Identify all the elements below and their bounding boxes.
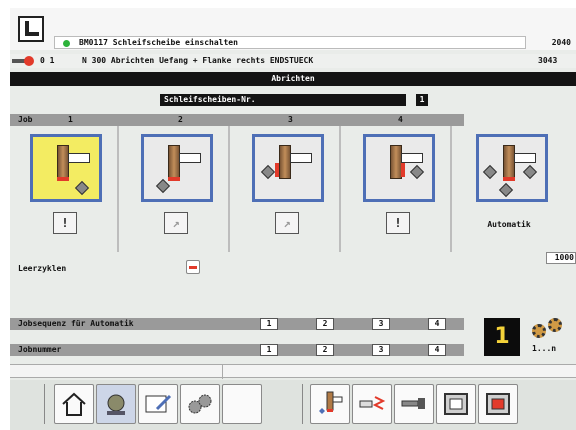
automatik-label: Automatik	[487, 220, 531, 229]
wheel-dressing-icon[interactable]	[310, 384, 350, 424]
automatik-tile[interactable]	[476, 134, 548, 202]
jobnummer-cell-3[interactable]: 3	[372, 344, 390, 356]
leerzyklen-value[interactable]: 1000	[546, 252, 576, 264]
job-option-1[interactable]: !	[53, 212, 77, 234]
pen-icon	[12, 55, 36, 66]
job-header: Job 1 2 3 4	[10, 114, 464, 126]
sequence-cell-3[interactable]: 3	[372, 318, 390, 330]
cycle-counter: 1	[484, 318, 520, 356]
diamond-dresser-icon	[155, 178, 171, 194]
counter-range-label: 1...n	[532, 344, 557, 353]
sequence-cell-1[interactable]: 1	[260, 318, 278, 330]
diamond-dresser-icon	[260, 164, 276, 180]
gears-icon	[528, 318, 568, 340]
wheel-field-row: Schleifscheiben-Nr. 1	[10, 88, 576, 110]
gears-icon[interactable]	[180, 384, 220, 424]
bottom-toolbar	[10, 380, 576, 430]
program-prefix: 0 1	[40, 56, 55, 65]
job-tile-2[interactable]	[141, 134, 213, 202]
job-number-1: 1	[68, 115, 73, 124]
home-icon[interactable]	[54, 384, 94, 424]
message-text: BM0117 Schleifscheibe einschalten	[79, 38, 238, 47]
page-title: Abrichten	[10, 72, 576, 86]
job-option-4[interactable]: !	[386, 212, 410, 234]
job-column-4: !	[343, 126, 452, 252]
leerzyklen-label: Leerzyklen	[18, 264, 67, 273]
job-tile-1[interactable]	[30, 134, 102, 202]
job-option-2[interactable]: ↗	[164, 212, 188, 234]
job-option-3[interactable]: ↗	[275, 212, 299, 234]
program-code: 3043	[538, 56, 558, 65]
job-column-3: ↗	[232, 126, 341, 252]
dresser-zigzag-icon[interactable]	[352, 384, 392, 424]
machine-logo	[18, 16, 44, 42]
job-number-4: 4	[398, 115, 403, 124]
sequence-cell-2[interactable]: 2	[316, 318, 334, 330]
job-column-1: !	[10, 126, 119, 252]
job-column-auto: Automatik	[454, 126, 563, 252]
diamond-dresser-icon	[74, 180, 90, 196]
jobnummer-cell-4[interactable]: 4	[428, 344, 446, 356]
frame-icon[interactable]	[436, 384, 476, 424]
hmi-screen: BM0117 Schleifscheibe einschalten 2040 0…	[10, 8, 576, 430]
job-column-2: ↗	[121, 126, 230, 252]
edit-screen-icon[interactable]	[138, 384, 178, 424]
empty-button[interactable]	[222, 384, 262, 424]
jobnummer-cell-2[interactable]: 2	[316, 344, 334, 356]
program-line: N 300 Abrichten Uefang + Flanke rechts E…	[82, 56, 314, 65]
jobnummer-bar: Jobnummer	[10, 344, 464, 356]
wheel-number-input[interactable]: 1	[416, 94, 428, 106]
sequence-bar: Jobsequenz für Automatik	[10, 318, 464, 330]
program-row: 0 1 N 300 Abrichten Uefang + Flanke rech…	[10, 54, 576, 68]
dressing-tool-icon[interactable]	[96, 384, 136, 424]
job-tile-3[interactable]	[252, 134, 324, 202]
job-tile-4[interactable]	[363, 134, 435, 202]
leerzyklen-toggle[interactable]	[186, 260, 200, 274]
job-number-3: 3	[288, 115, 293, 124]
status-bar	[10, 364, 576, 379]
header: BM0117 Schleifscheibe einschalten 2040	[10, 8, 576, 50]
status-dot-icon	[63, 40, 70, 47]
message-code: 2040	[551, 38, 571, 47]
job-header-label: Job	[18, 115, 33, 124]
job-number-2: 2	[178, 115, 183, 124]
spindle-icon[interactable]	[394, 384, 434, 424]
message-bar[interactable]: BM0117 Schleifscheibe einschalten 2040	[54, 36, 571, 49]
sequence-cell-4[interactable]: 4	[428, 318, 446, 330]
diamond-dresser-icon	[409, 164, 425, 180]
jobnummer-label: Jobnummer	[18, 345, 62, 354]
jobnummer-cell-1[interactable]: 1	[260, 344, 278, 356]
sequence-label: Jobsequenz für Automatik	[18, 319, 134, 328]
frame-red-icon[interactable]	[478, 384, 518, 424]
wheel-number-label: Schleifscheiben-Nr.	[160, 94, 406, 106]
